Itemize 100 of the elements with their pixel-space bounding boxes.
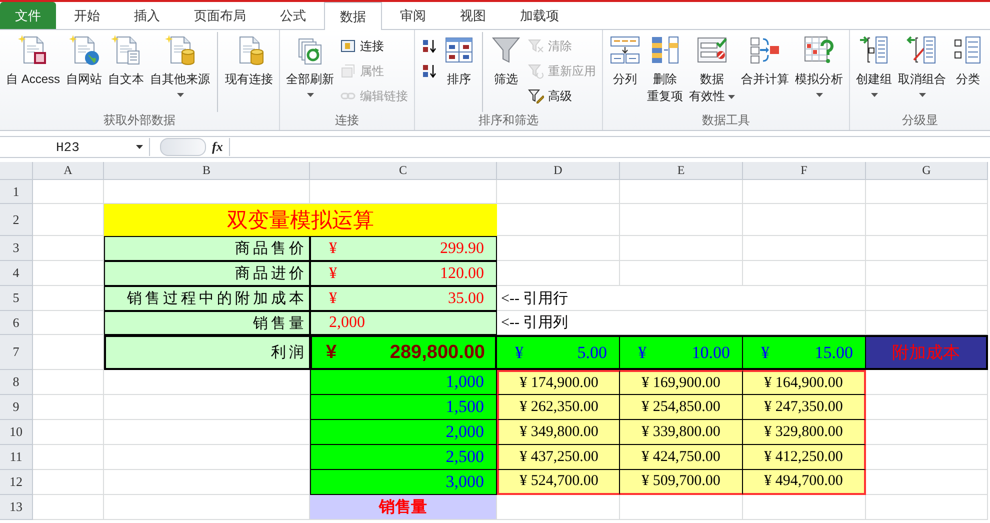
empty-cell[interactable] <box>866 180 988 204</box>
empty-cell[interactable] <box>866 236 988 261</box>
remove-duplicates-icon <box>649 34 682 66</box>
empty-cell[interactable] <box>743 495 866 520</box>
ribbon-button[interactable]: 合并计算 <box>738 32 792 112</box>
empty-cell[interactable] <box>743 261 866 286</box>
ribbon-tab[interactable]: 审阅 <box>384 2 442 29</box>
row-header[interactable]: 6 <box>0 311 33 335</box>
web-page-icon <box>68 34 100 66</box>
name-box[interactable]: H23 <box>0 138 150 156</box>
ribbon-button[interactable]: 全部刷新 <box>283 32 338 112</box>
table-cell: ¥ 164,900.00 <box>743 370 866 395</box>
table-cell: ¥ 247,350.00 <box>743 395 866 420</box>
empty-cell[interactable] <box>866 286 988 311</box>
ribbon-tab[interactable]: 公式 <box>264 2 322 29</box>
sort-descending-icon <box>421 63 438 79</box>
sort-ascending-icon <box>421 38 438 54</box>
ribbon-button[interactable]: 分类 <box>949 32 988 112</box>
empty-cell[interactable] <box>866 495 988 520</box>
ribbon-button[interactable]: 分列 <box>606 32 644 112</box>
advanced-filter-icon <box>528 88 544 104</box>
ribbon-button[interactable]: 高级 <box>525 85 600 107</box>
currency-symbol: ¥ <box>515 342 524 362</box>
ribbon-button[interactable]: 自 Access <box>3 32 64 112</box>
table-cell: ¥ 174,900.00 <box>497 370 620 395</box>
ribbon-button[interactable]: 模拟分析 <box>792 32 846 112</box>
table-cell: 2,500 <box>310 445 497 470</box>
row-header[interactable]: 1 <box>0 180 33 204</box>
empty-cell[interactable] <box>497 180 620 204</box>
ribbon-tab[interactable]: 加载项 <box>504 2 575 29</box>
ribbon-button[interactable]: 取消组合 <box>895 32 950 112</box>
ribbon-tab[interactable]: 视图 <box>444 2 502 29</box>
row-header[interactable]: 5 <box>0 286 33 311</box>
column-header[interactable]: A <box>33 162 104 180</box>
table-cell: 3,000 <box>310 470 497 495</box>
empty-cell[interactable] <box>620 261 743 286</box>
ungroup-icon <box>906 34 938 66</box>
ribbon-button[interactable]: 自网站 <box>63 32 106 112</box>
ribbon-button[interactable]: 自文本 <box>105 32 148 112</box>
table-cell: ¥ 509,700.00 <box>620 470 743 495</box>
column-header[interactable]: E <box>620 162 743 180</box>
group-icon <box>858 34 890 66</box>
row-header[interactable]: 9 <box>0 395 33 420</box>
table-cell: 销售量 <box>310 495 497 520</box>
row-header[interactable]: 8 <box>0 370 33 395</box>
insert-function-button[interactable]: fx <box>212 139 223 155</box>
row-header[interactable]: 11 <box>0 445 33 470</box>
select-all-button[interactable] <box>0 162 33 180</box>
empty-cell[interactable] <box>620 204 743 236</box>
dropdown-icon <box>136 145 143 149</box>
empty-cell[interactable] <box>743 286 866 311</box>
group-label: 排序和筛选 <box>478 112 540 129</box>
ribbon-tab[interactable]: 开始 <box>58 2 116 29</box>
caret-icon <box>870 93 878 97</box>
row-header[interactable]: 4 <box>0 261 33 286</box>
table-cell: ¥ 339,800.00 <box>620 420 743 445</box>
column-header[interactable]: C <box>310 162 497 180</box>
table-cell: ¥ 437,250.00 <box>497 445 620 470</box>
column-header[interactable]: B <box>104 162 310 180</box>
table-cell: 附加成本 <box>866 335 988 370</box>
row-header[interactable]: 12 <box>0 470 33 495</box>
ribbon-tab[interactable]: 页面布局 <box>178 2 262 29</box>
ribbon-button[interactable]: 现有连接 <box>217 32 276 112</box>
row-header[interactable]: 13 <box>0 495 33 520</box>
empty-cell[interactable] <box>743 180 866 204</box>
group-label: 数据工具 <box>701 112 752 129</box>
empty-cell[interactable] <box>620 180 743 204</box>
ribbon-button[interactable]: 排序 <box>440 32 478 112</box>
group-label: 连接 <box>334 112 360 129</box>
ribbon-tab[interactable]: 数据 <box>324 2 382 30</box>
column-header[interactable]: D <box>497 162 620 180</box>
row-header[interactable]: 7 <box>0 335 33 370</box>
row-header[interactable]: 2 <box>0 204 33 236</box>
row-header[interactable]: 10 <box>0 420 33 445</box>
table-cell: 利润 <box>104 335 310 370</box>
clear-filter-icon <box>528 38 544 54</box>
column-header[interactable]: F <box>743 162 866 180</box>
currency-symbol: ¥ <box>638 342 646 362</box>
resize-handle[interactable] <box>160 138 206 156</box>
ribbon-button[interactable]: 连接 <box>337 35 412 57</box>
currency-symbol: ¥ <box>761 342 770 362</box>
ribbon-button[interactable]: 筛选 <box>482 32 526 112</box>
table-cell: 商品售价 <box>104 236 310 261</box>
empty-cell[interactable] <box>866 261 988 286</box>
empty-cell[interactable] <box>743 236 866 261</box>
ribbon-button[interactable]: 数据 有效性 <box>686 32 738 112</box>
table-cell: ¥ 424,750.00 <box>620 445 743 470</box>
currency-symbol: ¥ <box>329 290 337 308</box>
empty-cell[interactable] <box>620 236 743 261</box>
empty-cell[interactable] <box>620 495 743 520</box>
ribbon-button[interactable]: 自其他来源 <box>147 32 214 112</box>
ribbon-button[interactable]: 删除 重复项 <box>644 32 686 112</box>
ribbon-tab[interactable]: 插入 <box>118 2 176 29</box>
empty-cell[interactable] <box>743 204 866 236</box>
ribbon-button[interactable]: 创建组 <box>853 32 896 112</box>
row-header[interactable]: 3 <box>0 236 33 261</box>
file-tab[interactable]: 文件 <box>0 2 56 29</box>
column-header[interactable]: G <box>866 162 988 180</box>
currency-symbol: ¥ <box>329 240 337 258</box>
empty-cell[interactable] <box>866 204 988 236</box>
